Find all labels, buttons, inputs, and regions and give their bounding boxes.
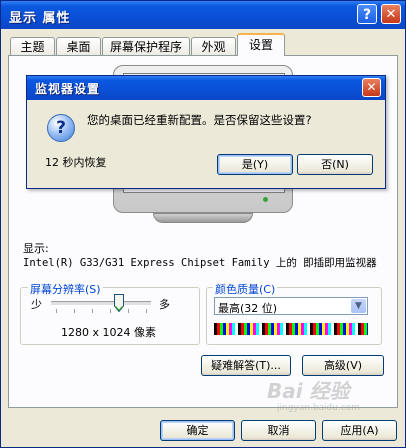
resolution-slider-track[interactable] xyxy=(51,301,151,306)
power-led-icon xyxy=(263,197,268,202)
resolution-value: 1280 x 1024 像素 xyxy=(61,326,156,339)
slider-tick xyxy=(146,309,147,313)
no-button[interactable]: 否(N) xyxy=(297,154,373,175)
slider-tick xyxy=(110,309,111,313)
resolution-slider-thumb[interactable] xyxy=(114,294,124,312)
display-properties-window: 显示 属性 ? ✕ 主题 桌面 屏幕保护程序 外观 设置 显示: Intel(R… xyxy=(0,0,406,448)
slider-tick xyxy=(128,309,129,313)
resolution-less-label: 少 xyxy=(31,298,42,311)
watermark-text: Bai 经验 xyxy=(267,379,350,403)
resolution-title: 屏幕分辨率(S) xyxy=(28,281,103,297)
title-bar[interactable]: 显示 属性 ? ✕ xyxy=(1,1,405,29)
baidu-watermark: Bai 经验 jingyan.baidu.com xyxy=(263,373,403,419)
dialog-countdown: 12 秒内恢复 xyxy=(45,156,107,169)
yes-button[interactable]: 是(Y) xyxy=(217,154,293,175)
apply-button[interactable]: 应用(A) xyxy=(322,420,397,441)
dialog-title: 监视器设置 xyxy=(35,82,101,96)
monitor-description: Intel(R) G33/G31 Express Chipset Family … xyxy=(23,257,377,269)
watermark-url: jingyan.baidu.com xyxy=(277,403,361,413)
color-sample-bar xyxy=(214,323,368,335)
dialog-close-button[interactable]: ✕ xyxy=(362,78,381,97)
color-quality-select[interactable]: 最高(32 位) ▼ xyxy=(214,297,368,315)
close-button[interactable]: ✕ xyxy=(381,4,401,24)
chevron-down-icon[interactable]: ▼ xyxy=(351,299,366,313)
color-quality-title: 颜色质量(C) xyxy=(213,281,278,297)
tab-appearance[interactable]: 外观 xyxy=(191,37,236,55)
slider-tick xyxy=(92,309,93,313)
tab-desktop[interactable]: 桌面 xyxy=(56,37,101,55)
tab-themes[interactable]: 主题 xyxy=(10,37,55,55)
dialog-message: 您的桌面已经重新配置。是否保留这些设置? xyxy=(87,113,312,127)
dialog-title-bar[interactable]: 监视器设置 ✕ xyxy=(27,76,385,100)
color-quality-value: 最高(32 位) xyxy=(218,302,278,315)
ok-button[interactable]: 确定 xyxy=(160,420,235,441)
resolution-more-label: 多 xyxy=(159,298,170,311)
window-title: 显示 属性 xyxy=(9,11,71,26)
cancel-button[interactable]: 取消 xyxy=(241,420,316,441)
display-label: 显示: xyxy=(23,242,49,255)
monitor-stand xyxy=(153,213,253,223)
monitor-settings-dialog: 监视器设置 ✕ ? 您的桌面已经重新配置。是否保留这些设置? 12 秒内恢复 是… xyxy=(26,75,386,189)
help-button[interactable]: ? xyxy=(357,4,377,24)
slider-tick xyxy=(74,309,75,313)
question-icon: ? xyxy=(47,114,75,142)
tab-settings[interactable]: 设置 xyxy=(237,33,285,56)
slider-tick xyxy=(56,309,57,313)
tab-screensaver[interactable]: 屏幕保护程序 xyxy=(102,37,190,55)
